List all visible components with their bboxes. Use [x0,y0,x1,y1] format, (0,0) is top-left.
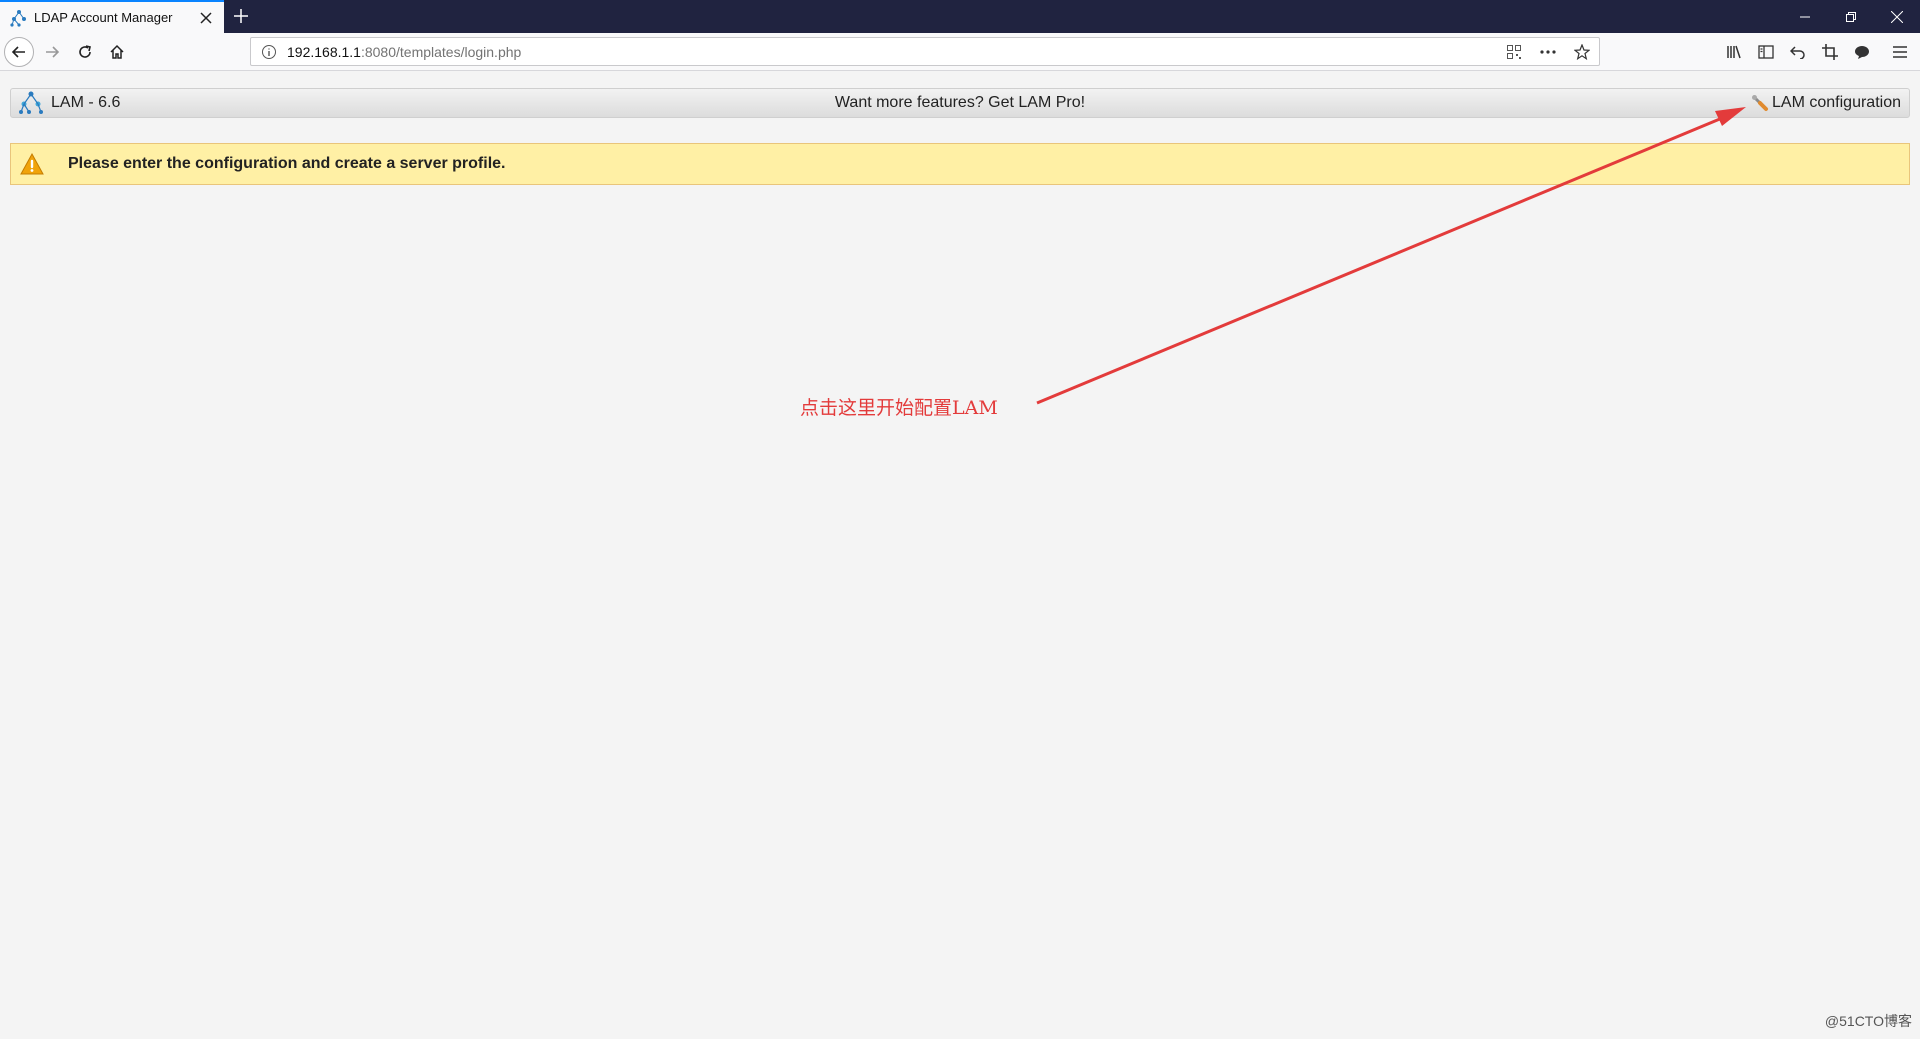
reload-icon[interactable] [70,37,100,67]
chat-icon[interactable] [1847,37,1877,67]
forward-icon[interactable] [37,37,67,67]
crop-icon[interactable] [1815,37,1845,67]
tab-title: LDAP Account Manager [34,10,173,25]
warning-icon [20,152,44,175]
minimize-icon[interactable] [1782,0,1828,33]
browser-navbar: 192.168.1.1:8080/templates/login.php [0,33,1920,71]
lam-configuration-label: LAM configuration [1772,94,1901,111]
star-icon[interactable] [1571,41,1593,63]
undo-icon[interactable] [1783,37,1813,67]
info-icon[interactable] [261,44,277,60]
plus-icon[interactable] [230,5,252,27]
url-bar[interactable]: 192.168.1.1:8080/templates/login.php [250,37,1600,66]
browser-tab[interactable]: LDAP Account Manager [0,0,224,33]
url-path: :8080/templates/login.php [360,43,522,60]
close-window-icon[interactable] [1874,0,1920,33]
lam-header: LAM - 6.6 Want more features? Get LAM Pr… [10,88,1910,118]
annotation-text: 点击这里开始配置LAM [800,397,998,419]
back-icon[interactable] [4,37,34,67]
lam-pro-banner: Want more features? Get LAM Pro! [11,94,1909,112]
browser-titlebar: LDAP Account Manager [0,0,1920,33]
warning-text: Please enter the configuration and creat… [68,155,506,172]
close-icon[interactable] [198,10,214,26]
wrench-icon [1752,95,1769,111]
menu-icon[interactable] [1885,37,1915,67]
library-icon[interactable] [1719,37,1749,67]
url-host: 192.168.1.1 [287,43,361,60]
more-icon[interactable] [1537,41,1559,63]
watermark: @51CTO博客 [1824,1013,1912,1029]
home-icon[interactable] [102,37,132,67]
lam-configuration-link[interactable]: LAM configuration [1751,94,1901,112]
warning-message: Please enter the configuration and creat… [10,143,1910,185]
get-lam-pro-link[interactable]: Want more features? Get LAM Pro! [835,94,1085,111]
qr-icon[interactable] [1503,41,1525,63]
restore-icon[interactable] [1828,0,1874,33]
sidebar-icon[interactable] [1751,37,1781,67]
lam-logo-icon [10,9,26,27]
